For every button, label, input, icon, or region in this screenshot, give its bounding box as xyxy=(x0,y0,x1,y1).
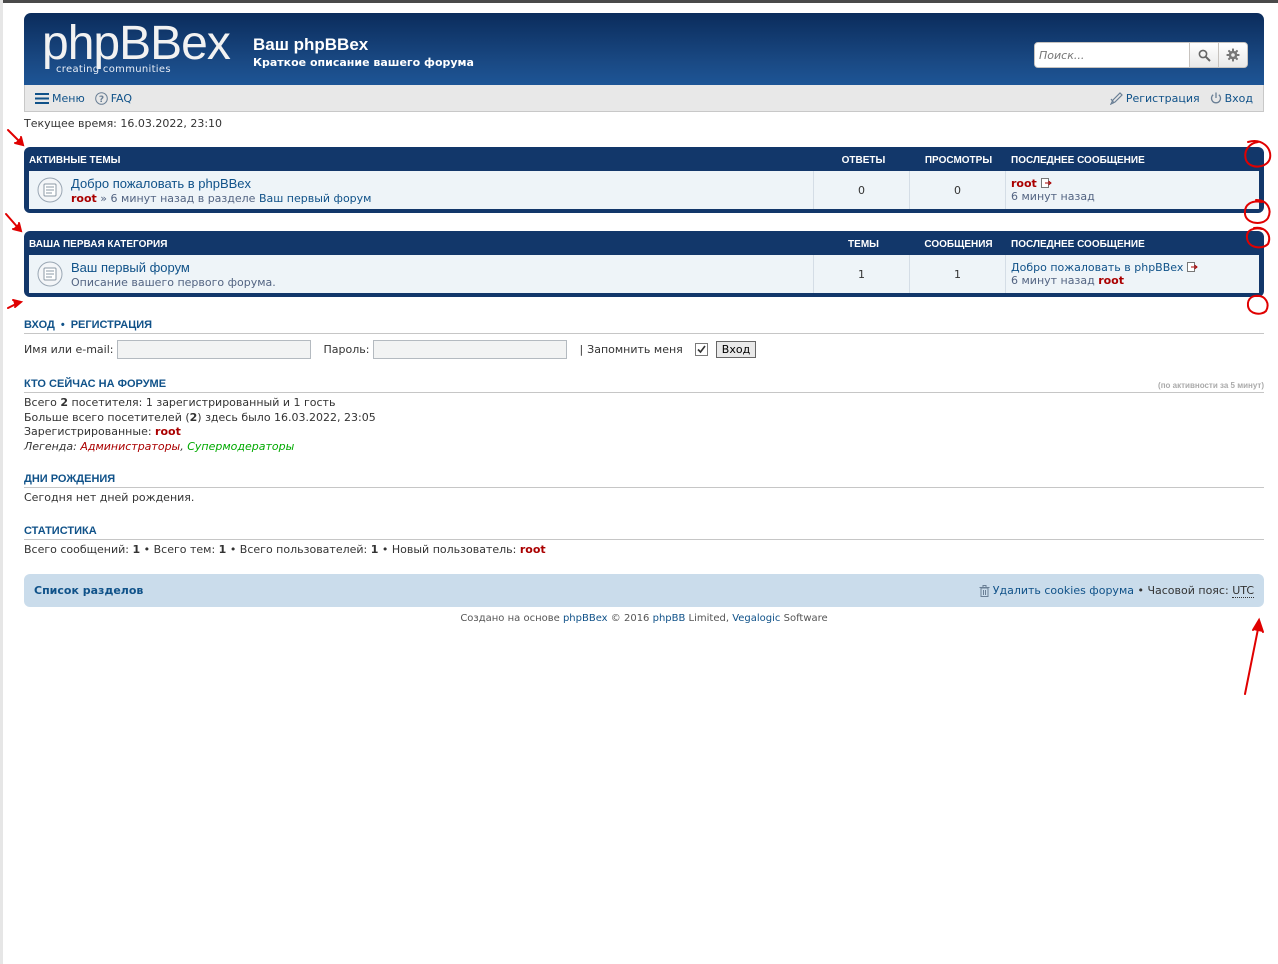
annotation-circle xyxy=(1246,294,1269,315)
annotation-arrow xyxy=(1244,617,1264,695)
annotation-circle xyxy=(1245,226,1271,249)
annotation-arrow xyxy=(7,129,25,147)
annotation-arrow xyxy=(5,213,23,233)
annotation-overlay xyxy=(5,129,1272,695)
annotation-arrow xyxy=(7,299,24,309)
annotation-circle xyxy=(1243,199,1271,224)
annotation-circle xyxy=(1244,140,1272,168)
